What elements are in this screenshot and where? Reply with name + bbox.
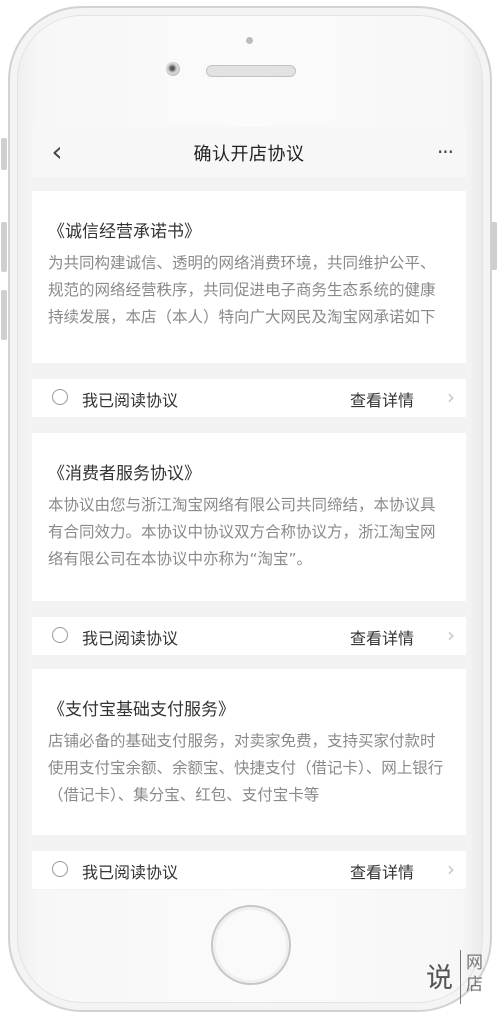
- front-camera-icon: [166, 62, 180, 76]
- agreement-footer: 我已阅读协议 查看详情 ›: [32, 617, 466, 655]
- agreement-title: 《支付宝基础支付服务》: [48, 700, 235, 720]
- chevron-right-icon[interactable]: ›: [447, 857, 455, 881]
- agreement-card: 《消费者服务协议》 本协议由您与浙江淘宝网络有限公司共同缔结，本协议具有合同效力…: [32, 433, 466, 601]
- agreement-footer: 我已阅读协议 查看详情 ›: [32, 851, 466, 889]
- read-agreement-label[interactable]: 我已阅读协议: [82, 625, 178, 649]
- agreement-summary: 为共同构建诚信、透明的网络消费环境，共同维护公平、规范的网络经营秩序，共同促进电…: [48, 254, 436, 326]
- chevron-right-icon[interactable]: ›: [447, 623, 455, 647]
- agreement-summary: 本协议由您与浙江淘宝网络有限公司共同缔结，本协议具有合同效力。本协议中协议双方合…: [48, 496, 436, 568]
- nav-bar: ‹ 确认开店协议 ···: [32, 127, 466, 177]
- watermark-divider: [460, 950, 461, 1004]
- mute-switch: [1, 138, 7, 170]
- chevron-right-icon[interactable]: ›: [447, 385, 455, 409]
- view-details-link[interactable]: 查看详情: [350, 859, 414, 883]
- volume-down-button: [1, 290, 7, 340]
- watermark-char: 说: [426, 963, 453, 994]
- agreement-summary: 店铺必备的基础支付服务，对卖家免费，支持买家付款时使用支付宝余额、余额宝、快捷支…: [48, 732, 444, 804]
- read-agreement-label[interactable]: 我已阅读协议: [82, 859, 178, 883]
- watermark: 说 网 店: [426, 948, 488, 1008]
- power-button: [491, 222, 497, 270]
- agreement-section: 《诚信经营承诺书》 为共同构建诚信、透明的网络消费环境，共同维护公平、规范的网络…: [32, 191, 466, 417]
- proximity-sensor: [246, 37, 253, 44]
- watermark-char: 店: [466, 975, 483, 995]
- page-title: 确认开店协议: [193, 144, 305, 165]
- earpiece-speaker: [206, 65, 296, 77]
- volume-up-button: [1, 222, 7, 272]
- view-details-link[interactable]: 查看详情: [350, 625, 414, 649]
- read-agreement-label[interactable]: 我已阅读协议: [82, 387, 178, 411]
- agreement-title: 《诚信经营承诺书》: [48, 222, 201, 242]
- read-checkbox[interactable]: [52, 389, 68, 405]
- agreement-card: 《支付宝基础支付服务》 店铺必备的基础支付服务，对卖家免费，支持买家付款时使用支…: [32, 669, 466, 835]
- view-details-link[interactable]: 查看详情: [350, 387, 414, 411]
- agreement-title: 《消费者服务协议》: [48, 464, 201, 484]
- agreement-section: 《消费者服务协议》 本协议由您与浙江淘宝网络有限公司共同缔结，本协议具有合同效力…: [32, 433, 466, 655]
- agreement-footer: 我已阅读协议 查看详情 ›: [32, 379, 466, 417]
- agreement-section: 《支付宝基础支付服务》 店铺必备的基础支付服务，对卖家免费，支持买家付款时使用支…: [32, 669, 466, 889]
- app-screen: ‹ 确认开店协议 ··· 《诚信经营承诺书》 为共同构建诚信、透明的网络消费环境…: [32, 127, 466, 890]
- home-button[interactable]: [211, 905, 291, 985]
- agreement-card: 《诚信经营承诺书》 为共同构建诚信、透明的网络消费环境，共同维护公平、规范的网络…: [32, 191, 466, 363]
- read-checkbox[interactable]: [52, 861, 68, 877]
- read-checkbox[interactable]: [52, 627, 68, 643]
- more-icon[interactable]: ···: [430, 135, 460, 169]
